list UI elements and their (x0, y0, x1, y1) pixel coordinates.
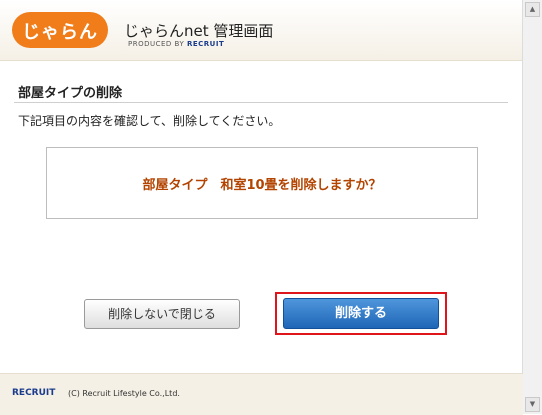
produced-by: PRODUCED BY RECRUIT (128, 40, 224, 48)
app-title: じゃらんnet 管理画面 (124, 22, 274, 40)
footer: RECRUIT (C) Recruit Lifestyle Co.,Ltd. (0, 373, 523, 415)
produced-by-label: PRODUCED BY (128, 40, 185, 48)
title-divider (14, 102, 508, 103)
logo-text: じゃらん (22, 22, 98, 43)
delete-button[interactable]: 削除する (283, 298, 439, 329)
description-text: 下記項目の内容を確認して、削除してください。 (18, 114, 281, 128)
close-without-delete-button[interactable]: 削除しないで閉じる (84, 299, 240, 329)
copyright-text: (C) Recruit Lifestyle Co.,Ltd. (68, 389, 180, 398)
scroll-up-icon[interactable]: ▲ (525, 2, 540, 17)
header: じゃらん じゃらんnet 管理画面 PRODUCED BY RECRUIT (0, 0, 523, 61)
scroll-down-icon[interactable]: ▼ (525, 397, 540, 412)
produced-by-brand: RECRUIT (186, 40, 225, 48)
confirmation-message: 部屋タイプ 和室10畳を削除しますか？ (142, 178, 382, 193)
jalan-logo: じゃらん (12, 12, 108, 48)
vertical-scrollbar[interactable]: ▲ ▼ (522, 0, 542, 414)
recruit-logo: RECRUIT (12, 388, 56, 398)
confirmation-box: 部屋タイプ 和室10畳を削除しますか？ (46, 147, 478, 219)
page-title: 部屋タイプの削除 (18, 86, 123, 101)
